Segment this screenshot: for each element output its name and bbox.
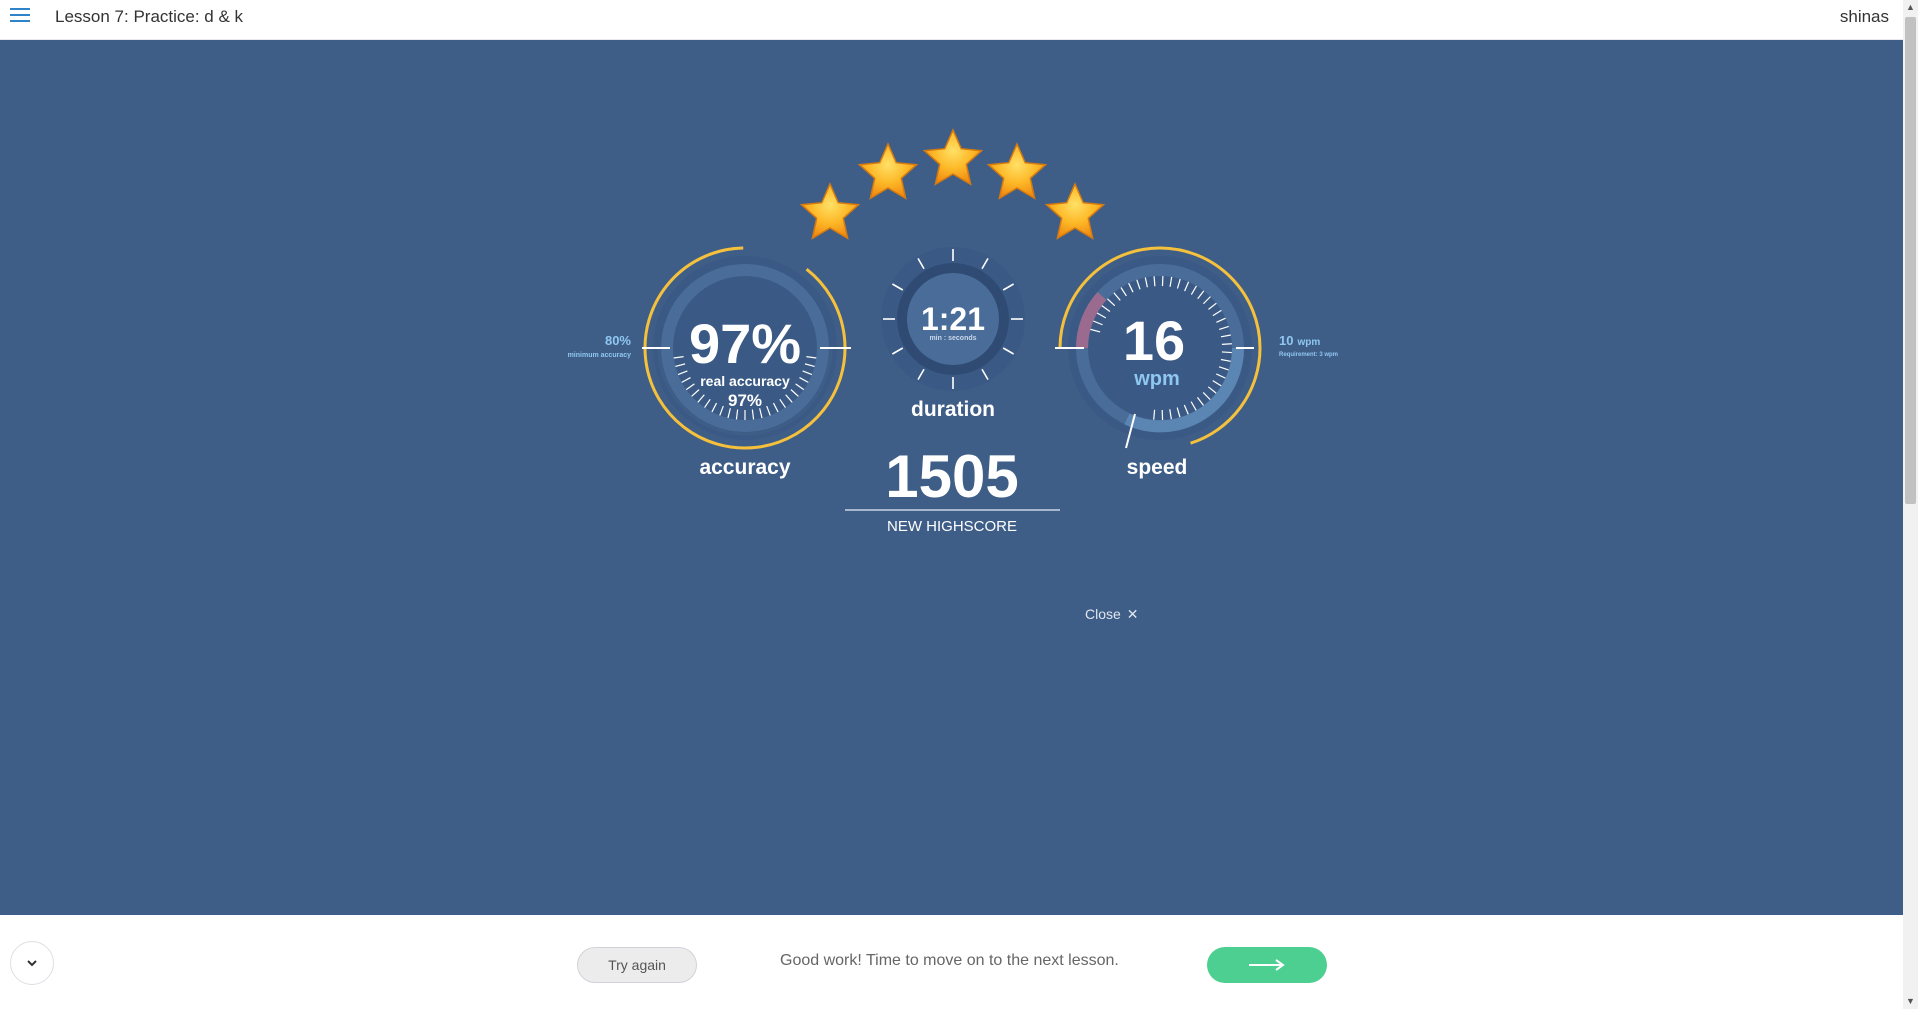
accuracy-value: 97% [689, 312, 801, 375]
duration-label: duration [911, 398, 995, 421]
speed-requirement-value: 10 wpm [1279, 333, 1320, 348]
real-accuracy-label: real accuracy [700, 373, 790, 389]
gauge-tick [1221, 343, 1232, 345]
results-panel: 97% real accuracy 97% accuracy 80% minim… [0, 40, 1903, 915]
score-value: 1505 [885, 443, 1018, 510]
star-icon [857, 142, 919, 200]
speed-label: speed [1127, 456, 1188, 479]
next-lesson-button[interactable] [1207, 947, 1327, 983]
duration-value: 1:21 [921, 301, 985, 337]
completion-message: Good work! Time to move on to the next l… [780, 952, 1119, 969]
chevron-down-icon [27, 960, 37, 967]
star-icon [922, 128, 984, 186]
speed-unit: wpm [1133, 368, 1180, 390]
close-icon: ✕ [1126, 606, 1139, 622]
bottom-bar: Try again Good work! Time to move on to … [0, 915, 1903, 1009]
top-bar: Lesson 7: Practice: d & k shinas [0, 0, 1903, 40]
highscore: 1505 NEW HIGHSCORE [845, 443, 1060, 535]
real-accuracy-value: 97% [728, 391, 762, 410]
username[interactable]: shinas [1840, 7, 1889, 27]
star-icon [799, 182, 861, 240]
close-button[interactable]: Close ✕ [1085, 606, 1139, 623]
speed-gauge: 16 wpm speed 10 wpm Requirement: 3 wpm [1055, 246, 1338, 479]
results-graphic: 97% real accuracy 97% accuracy 80% minim… [568, 128, 1338, 535]
accuracy-label: accuracy [699, 456, 790, 479]
minimum-accuracy-label: minimum accuracy [568, 352, 632, 359]
try-again-button[interactable]: Try again [577, 947, 697, 983]
minimum-accuracy-value: 80% [605, 333, 631, 348]
gauge-tick [1221, 351, 1232, 354]
scrollbar-thumb[interactable] [1905, 17, 1916, 504]
duration-gauge: 1:21 min : seconds duration [881, 247, 1025, 421]
accuracy-gauge: 97% real accuracy 97% accuracy 80% minim… [568, 246, 851, 479]
hamburger-menu-icon[interactable] [10, 8, 30, 26]
star-icon [986, 142, 1048, 200]
arrow-right-icon [1249, 959, 1285, 971]
scroll-down-icon[interactable]: ▼ [1903, 994, 1918, 1009]
gauge-tick [1153, 276, 1156, 287]
scroll-up-icon[interactable]: ▲ [1903, 0, 1918, 15]
speed-requirement-label: Requirement: 3 wpm [1279, 352, 1338, 358]
lesson-title: Lesson 7: Practice: d & k [55, 7, 244, 26]
collapse-button[interactable] [10, 941, 54, 985]
speed-value: 16 [1123, 309, 1185, 372]
page-scrollbar[interactable]: ▲ ▼ [1903, 0, 1918, 1009]
stars-rating [799, 128, 1106, 240]
star-icon [1044, 182, 1106, 240]
duration-unit: min : seconds [929, 335, 976, 342]
close-label: Close [1085, 606, 1121, 622]
new-highscore-label: NEW HIGHSCORE [887, 518, 1017, 535]
